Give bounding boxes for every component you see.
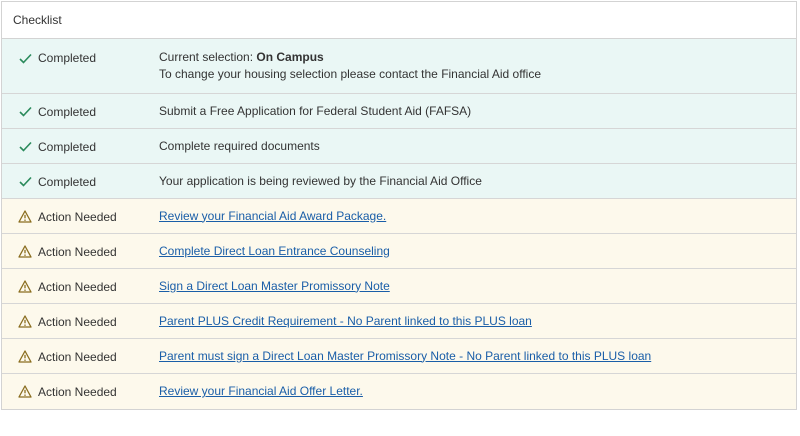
checklist-panel: Checklist Completed Current selection: O…: [1, 1, 797, 410]
award-package-link[interactable]: Review your Financial Aid Award Package.: [159, 209, 386, 223]
warning-icon: [18, 315, 32, 329]
row-description: Sign a Direct Loan Master Promissory Not…: [159, 278, 796, 295]
warning-icon: [18, 245, 32, 259]
checkmark-icon: [18, 105, 32, 119]
row-description: Complete required documents: [159, 138, 320, 153]
status-cell: Action Needed: [2, 269, 159, 304]
checklist-row: Action Needed Parent PLUS Credit Require…: [2, 304, 796, 339]
housing-note: To change your housing selection please …: [159, 67, 542, 81]
row-description: Parent must sign a Direct Loan Master Pr…: [159, 348, 796, 365]
checkmark-icon: [18, 140, 32, 154]
status-label: Action Needed: [38, 384, 117, 399]
status-cell: Completed: [2, 164, 159, 199]
status-label: Action Needed: [38, 349, 117, 364]
status-cell: Action Needed: [2, 339, 159, 374]
checklist-title: Checklist: [13, 13, 62, 27]
checkmark-icon: [18, 175, 32, 189]
status-label: Action Needed: [38, 209, 117, 224]
status-cell: Action Needed: [2, 199, 159, 234]
status-cell: Completed: [2, 94, 159, 129]
status-label: Action Needed: [38, 279, 117, 294]
warning-icon: [18, 350, 32, 364]
checklist-header: Checklist: [2, 2, 796, 39]
row-description: Current selection: On Campus To change y…: [159, 49, 796, 83]
warning-icon: [18, 385, 32, 399]
status-cell: Action Needed: [2, 374, 159, 409]
row-description: Submit a Free Application for Federal St…: [159, 103, 472, 118]
status-label: Completed: [38, 51, 97, 65]
checklist-row: Completed Submit a Free Application for …: [2, 94, 796, 129]
status-label: Action Needed: [38, 244, 117, 259]
parent-plus-credit-link[interactable]: Parent PLUS Credit Requirement - No Pare…: [159, 314, 532, 328]
row-description: Complete Direct Loan Entrance Counseling: [159, 243, 796, 260]
checklist-row: Action Needed Complete Direct Loan Entra…: [2, 234, 796, 269]
status-cell: Action Needed: [2, 304, 159, 339]
status-cell: Completed: [2, 39, 159, 77]
current-selection-prefix: Current selection:: [159, 50, 257, 64]
checklist-row: Action Needed Review your Financial Aid …: [2, 374, 796, 409]
status-label: Action Needed: [38, 314, 117, 329]
status-cell: Action Needed: [2, 234, 159, 269]
row-description: Parent PLUS Credit Requirement - No Pare…: [159, 313, 796, 330]
current-selection-value: On Campus: [256, 50, 324, 64]
checkmark-icon: [18, 51, 32, 65]
current-selection-line: Current selection: On Campus: [159, 49, 796, 66]
entrance-counseling-link[interactable]: Complete Direct Loan Entrance Counseling: [159, 244, 390, 258]
status-cell: Completed: [2, 129, 159, 164]
checklist-row: Action Needed Review your Financial Aid …: [2, 199, 796, 234]
row-description: Your application is being reviewed by th…: [159, 173, 482, 188]
status-label: Completed: [38, 174, 97, 189]
warning-icon: [18, 210, 32, 224]
checklist-row: Action Needed Sign a Direct Loan Master …: [2, 269, 796, 304]
row-description: Review your Financial Aid Offer Letter.: [159, 383, 796, 400]
checklist-row: Action Needed Parent must sign a Direct …: [2, 339, 796, 374]
parent-promissory-note-link[interactable]: Parent must sign a Direct Loan Master Pr…: [159, 349, 651, 363]
warning-icon: [18, 280, 32, 294]
master-promissory-note-link[interactable]: Sign a Direct Loan Master Promissory Not…: [159, 279, 390, 293]
status-label: Completed: [38, 139, 97, 154]
offer-letter-link[interactable]: Review your Financial Aid Offer Letter.: [159, 384, 363, 398]
checklist-row: Completed Current selection: On Campus T…: [2, 39, 796, 94]
checklist-row: Completed Complete required documents: [2, 129, 796, 164]
row-description: Review your Financial Aid Award Package.: [159, 208, 796, 225]
checklist-row: Completed Your application is being revi…: [2, 164, 796, 199]
status-label: Completed: [38, 104, 97, 119]
